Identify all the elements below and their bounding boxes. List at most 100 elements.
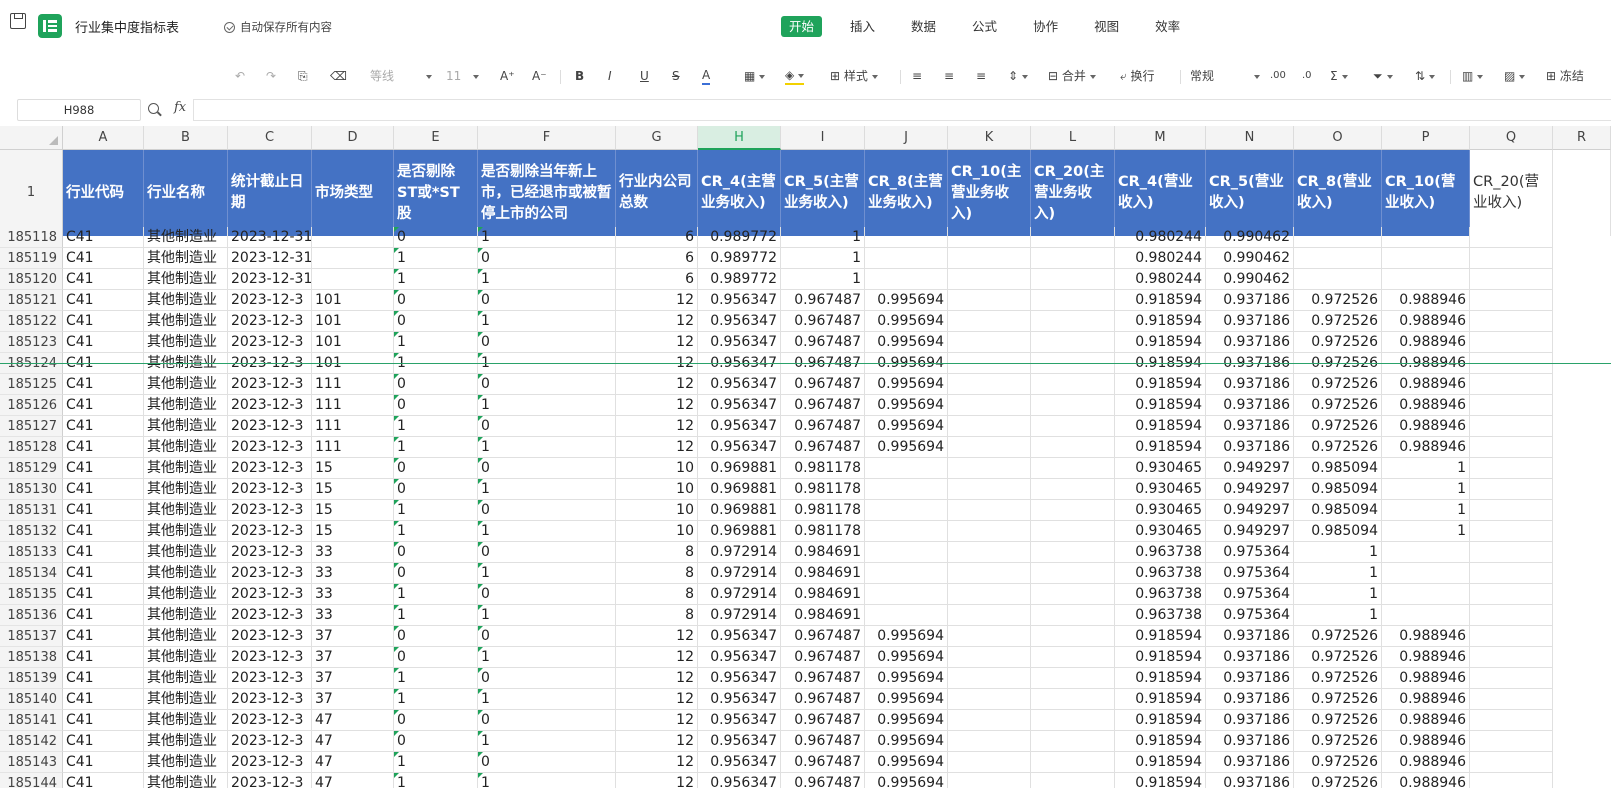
- cell-o[interactable]: [1294, 269, 1382, 290]
- cell-m[interactable]: 0.980244: [1115, 248, 1206, 269]
- sum-icon[interactable]: Σ: [1330, 67, 1348, 85]
- cell-f[interactable]: 0: [478, 332, 616, 353]
- cell-k[interactable]: [948, 332, 1031, 353]
- row-header[interactable]: 185141: [0, 710, 63, 731]
- cell-i[interactable]: 0.967487: [781, 773, 865, 788]
- header-cell-o[interactable]: CR_8(营业收入): [1294, 150, 1382, 236]
- cell-i[interactable]: 0.967487: [781, 626, 865, 647]
- cell-i[interactable]: 0.967487: [781, 710, 865, 731]
- cell-n[interactable]: 0.937186: [1206, 689, 1294, 710]
- cell-l[interactable]: [1031, 416, 1115, 437]
- cell-o[interactable]: 0.972526: [1294, 710, 1382, 731]
- cell-b[interactable]: 其他制造业: [144, 731, 228, 752]
- cell-g[interactable]: 12: [616, 416, 698, 437]
- cell-d[interactable]: 37: [312, 689, 394, 710]
- cell-a[interactable]: C41: [63, 332, 144, 353]
- row-header-1[interactable]: 1: [0, 150, 63, 236]
- header-cell-d[interactable]: 市场类型: [312, 150, 394, 236]
- cell-o[interactable]: 0.985094: [1294, 500, 1382, 521]
- cell-a[interactable]: C41: [63, 626, 144, 647]
- eraser-icon[interactable]: ⌫: [330, 67, 347, 85]
- formula-input[interactable]: [193, 99, 1611, 121]
- row-header[interactable]: 185118: [0, 227, 63, 248]
- cell-o[interactable]: 0.972526: [1294, 752, 1382, 773]
- cell-f[interactable]: 1: [478, 731, 616, 752]
- cell-g[interactable]: 12: [616, 374, 698, 395]
- cell-l[interactable]: [1031, 374, 1115, 395]
- decrease-font-icon[interactable]: A⁻: [532, 67, 547, 85]
- cell-i[interactable]: 0.967487: [781, 437, 865, 458]
- cell-p[interactable]: [1382, 248, 1470, 269]
- cell-o[interactable]: [1294, 248, 1382, 269]
- cell-p[interactable]: 0.988946: [1382, 290, 1470, 311]
- cell-k[interactable]: [948, 290, 1031, 311]
- cell-h[interactable]: 0.956347: [698, 773, 781, 788]
- cell-b[interactable]: 其他制造业: [144, 311, 228, 332]
- cell-a[interactable]: C41: [63, 311, 144, 332]
- cell-g[interactable]: 12: [616, 710, 698, 731]
- row-header[interactable]: 185119: [0, 248, 63, 269]
- cell-i[interactable]: 0.967487: [781, 332, 865, 353]
- cell-m[interactable]: 0.918594: [1115, 689, 1206, 710]
- cell-a[interactable]: C41: [63, 479, 144, 500]
- cell-g[interactable]: 12: [616, 773, 698, 788]
- cell-c[interactable]: 2023-12-3: [228, 437, 312, 458]
- cell-k[interactable]: [948, 311, 1031, 332]
- row-header[interactable]: 185122: [0, 311, 63, 332]
- cell-c[interactable]: 2023-12-3: [228, 542, 312, 563]
- font-color-icon[interactable]: A: [702, 67, 711, 85]
- cell-p[interactable]: 0.988946: [1382, 395, 1470, 416]
- cell-d[interactable]: 47: [312, 752, 394, 773]
- cell-a[interactable]: C41: [63, 521, 144, 542]
- cell-i[interactable]: 0.967487: [781, 374, 865, 395]
- cell-i[interactable]: 0.984691: [781, 584, 865, 605]
- row-header[interactable]: 185134: [0, 563, 63, 584]
- row-header[interactable]: 185125: [0, 374, 63, 395]
- cell-i[interactable]: 1: [781, 248, 865, 269]
- cell-o[interactable]: 0.972526: [1294, 731, 1382, 752]
- cell-e[interactable]: 0: [394, 290, 478, 311]
- cell-m[interactable]: 0.918594: [1115, 416, 1206, 437]
- cell-o[interactable]: 0.972526: [1294, 416, 1382, 437]
- cell-k[interactable]: [948, 542, 1031, 563]
- cell-c[interactable]: 2023-12-3: [228, 647, 312, 668]
- cell-d[interactable]: 15: [312, 479, 394, 500]
- cell-q[interactable]: [1470, 227, 1553, 248]
- cell-f[interactable]: 0: [478, 668, 616, 689]
- cell-k[interactable]: [948, 416, 1031, 437]
- cell-c[interactable]: 2023-12-3: [228, 689, 312, 710]
- cell-q[interactable]: [1470, 731, 1553, 752]
- header-cell-h[interactable]: CR_4(主营业务收入): [698, 150, 781, 236]
- cell-b[interactable]: 其他制造业: [144, 605, 228, 626]
- tab-formula[interactable]: 公式: [964, 16, 1005, 37]
- cell-o[interactable]: 0.972526: [1294, 689, 1382, 710]
- cell-o[interactable]: 0.972526: [1294, 668, 1382, 689]
- cell-d[interactable]: [312, 269, 394, 290]
- cell-o[interactable]: 0.985094: [1294, 458, 1382, 479]
- cell-j[interactable]: 0.995694: [865, 311, 948, 332]
- column-header-n[interactable]: N: [1206, 126, 1294, 150]
- cell-n[interactable]: 0.949297: [1206, 521, 1294, 542]
- cell-m[interactable]: 0.963738: [1115, 563, 1206, 584]
- cell-b[interactable]: 其他制造业: [144, 710, 228, 731]
- cell-d[interactable]: 37: [312, 647, 394, 668]
- cell-b[interactable]: 其他制造业: [144, 374, 228, 395]
- cell-e[interactable]: 0: [394, 479, 478, 500]
- cell-g[interactable]: 8: [616, 563, 698, 584]
- cell-j[interactable]: [865, 605, 948, 626]
- cell-p[interactable]: 0.988946: [1382, 437, 1470, 458]
- cell-k[interactable]: [948, 563, 1031, 584]
- header-cell-g[interactable]: 行业内公司总数: [616, 150, 698, 236]
- cell-g[interactable]: 10: [616, 521, 698, 542]
- cell-k[interactable]: [948, 248, 1031, 269]
- cell-l[interactable]: [1031, 479, 1115, 500]
- cell-h[interactable]: 0.969881: [698, 521, 781, 542]
- cell-b[interactable]: 其他制造业: [144, 542, 228, 563]
- cell-e[interactable]: 0: [394, 563, 478, 584]
- cell-l[interactable]: [1031, 248, 1115, 269]
- row-header[interactable]: 185143: [0, 752, 63, 773]
- cell-q[interactable]: [1470, 542, 1553, 563]
- column-header-g[interactable]: G: [616, 126, 698, 150]
- cell-a[interactable]: C41: [63, 584, 144, 605]
- cell-f[interactable]: 1: [478, 227, 616, 248]
